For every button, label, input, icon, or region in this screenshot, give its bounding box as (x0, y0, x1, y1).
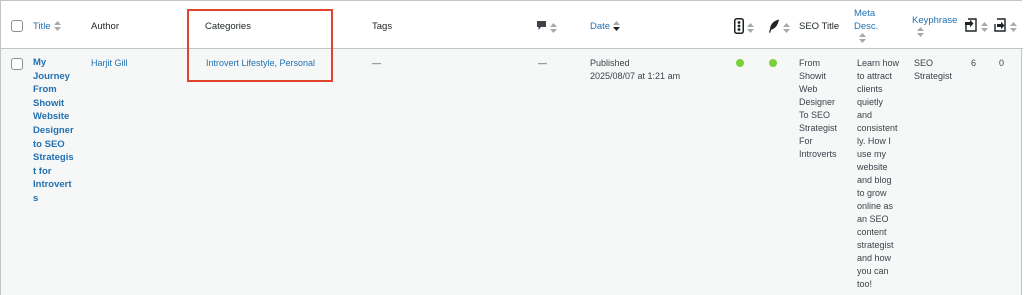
post-title-line: Designer (33, 124, 74, 136)
column-title-label: Title (33, 21, 51, 32)
categories-highlight-box (187, 9, 333, 82)
tags-value: — (372, 58, 381, 68)
meta-desc-line: quietly (857, 97, 884, 107)
sort-both-icon (917, 27, 957, 41)
sort-both-icon (550, 22, 557, 33)
post-title-line: Strategis (33, 152, 74, 164)
meta-desc-line: and (857, 110, 873, 120)
post-title-line: s (33, 192, 39, 204)
column-meta-desc-sort[interactable]: Meta Desc. (854, 7, 878, 47)
traffic-light-icon (734, 18, 744, 38)
column-readability-sort[interactable] (768, 19, 790, 37)
sort-desc-icon (613, 21, 621, 32)
column-tags-label: Tags (372, 21, 393, 32)
feather-icon (768, 19, 780, 37)
meta-desc-line: you can (857, 266, 889, 276)
seo-title-line: For (799, 136, 813, 146)
select-all-checkbox[interactable] (11, 20, 23, 32)
meta-desc-line: ly. How I (857, 136, 891, 146)
meta-desc-line: an SEO (857, 214, 889, 224)
sort-both-icon (1010, 22, 1017, 32)
seo-title-line: Introverts (799, 149, 837, 159)
post-title-line: From (33, 84, 57, 96)
column-meta-desc-label-1: Meta (854, 8, 876, 19)
meta-desc-line: to attract (857, 71, 893, 81)
seo-title-value: From Showit Web Designer To SEO Strategist For… (799, 57, 853, 161)
column-meta-desc-label-2: Desc. (854, 21, 879, 32)
meta-desc-line: use my (857, 149, 887, 159)
outgoing-link-icon (964, 18, 978, 36)
incoming-links-count: 0 (999, 58, 1005, 68)
column-seo-score-sort[interactable] (734, 18, 754, 38)
meta-desc-line: consistent (857, 123, 898, 133)
meta-desc-line: strategist (857, 240, 894, 250)
comments-value: — (538, 58, 547, 68)
comment-bubble-icon (536, 20, 547, 35)
meta-desc-line: Learn how (857, 58, 900, 68)
meta-desc-line: and how (857, 253, 892, 263)
keyphrase-value: SEO Strategist (914, 57, 964, 83)
internal-links-count: 6 (971, 58, 977, 68)
keyphrase-line: SEO (914, 58, 934, 68)
meta-desc-value: Learn how to attract clients quietly and cons… (857, 57, 911, 291)
column-keyphrase-sort[interactable]: Keyphrase (912, 14, 957, 41)
date-cell: Published 2025/08/07 at 1:21 am (590, 57, 730, 83)
seo-title-line: Showit (799, 71, 827, 81)
column-date-label: Date (590, 21, 611, 32)
date-status: Published (590, 58, 630, 68)
column-date-sort[interactable]: Date (590, 20, 621, 33)
readability-score-indicator (769, 59, 777, 67)
meta-desc-line: and blog (857, 175, 892, 185)
sort-both-icon (53, 21, 61, 32)
meta-desc-line: too! (857, 279, 873, 289)
post-title-line: My (33, 57, 47, 68)
meta-desc-line: clients (857, 84, 883, 94)
sort-both-icon (747, 23, 754, 33)
post-title-line: to SEO (33, 138, 65, 150)
meta-desc-line: to grow (857, 188, 887, 198)
column-title-sort[interactable]: Title (33, 20, 61, 33)
table-header: Title Author Categories Tags Date SEO Ti… (1, 1, 1023, 49)
incoming-link-icon (993, 18, 1007, 36)
seo-title-line: From (799, 58, 820, 68)
seo-title-line: To SEO (799, 110, 831, 120)
column-author-label: Author (91, 21, 119, 32)
post-title-line: Showit (33, 97, 65, 109)
column-seo-title-label: SEO Title (799, 21, 840, 32)
column-internal-links-sort[interactable] (964, 18, 988, 36)
post-title-line: Website (33, 111, 70, 123)
column-comments-sort[interactable] (536, 20, 557, 35)
meta-desc-line: online as (857, 201, 894, 211)
seo-title-line: Strategist (799, 123, 838, 133)
date-value: 2025/08/07 at 1:21 am (590, 71, 681, 81)
meta-desc-line: website (857, 162, 888, 172)
column-incoming-links-sort[interactable] (993, 18, 1017, 36)
post-title-line: Introvert (33, 179, 72, 191)
post-title-line: Journey (33, 70, 70, 82)
seo-title-line: Designer (799, 97, 836, 107)
sort-both-icon (981, 22, 988, 32)
row-checkbox[interactable] (11, 58, 23, 70)
keyphrase-line: Strategist (914, 71, 953, 81)
post-title-line: t for (33, 165, 52, 177)
sort-both-icon (859, 33, 878, 47)
seo-title-line: Web (799, 84, 818, 94)
author-link[interactable]: Harjit Gill (91, 57, 128, 70)
seo-score-indicator (736, 59, 744, 67)
sort-both-icon (783, 23, 790, 33)
meta-desc-line: content (857, 227, 887, 237)
post-title-link[interactable]: My Journey From Showit Website Designer to SEO… (33, 56, 83, 206)
column-keyphrase-label: Keyphrase (912, 15, 958, 26)
posts-table: Title Author Categories Tags Date SEO Ti… (0, 0, 1023, 295)
